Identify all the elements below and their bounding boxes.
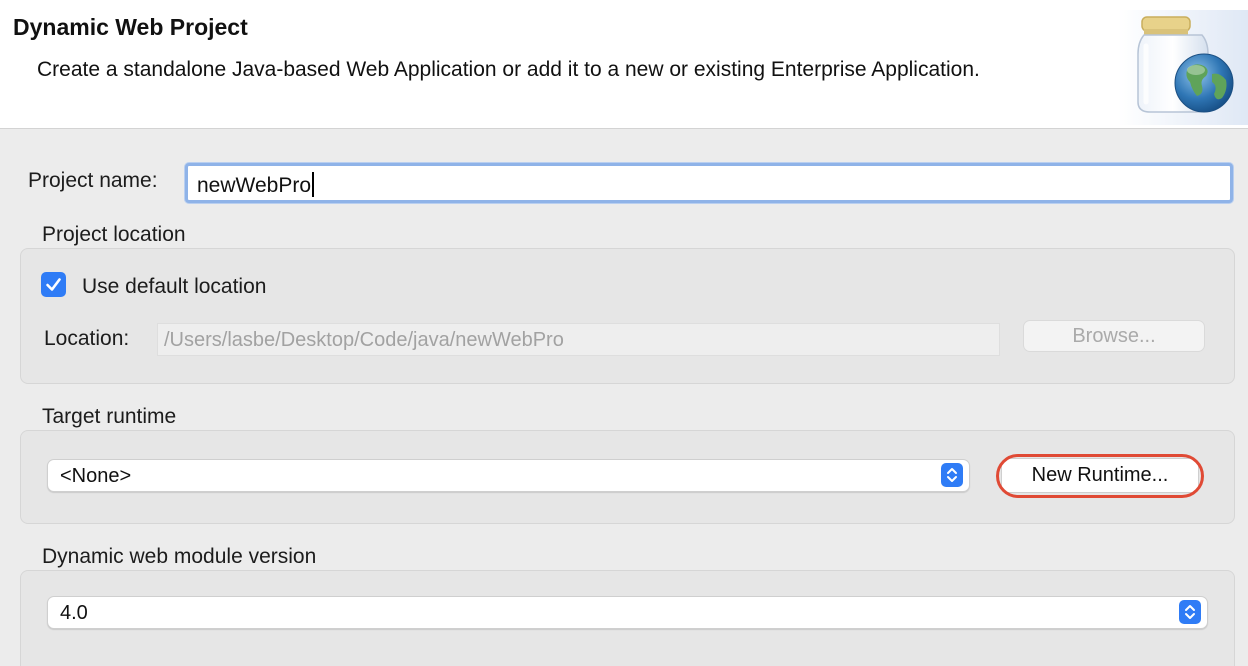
new-runtime-button[interactable]: New Runtime... — [1001, 458, 1199, 493]
select-stepper-icon — [941, 463, 963, 487]
browse-button[interactable]: Browse... — [1023, 320, 1205, 352]
location-value: /Users/lasbe/Desktop/Code/java/newWebPro — [164, 329, 564, 351]
project-name-label: Project name: — [28, 169, 158, 192]
project-location-group — [20, 248, 1235, 384]
project-location-heading: Project location — [42, 223, 186, 246]
target-runtime-heading: Target runtime — [42, 405, 177, 428]
web-module-version-value: 4.0 — [60, 602, 88, 624]
web-module-version-heading: Dynamic web module version — [42, 545, 317, 568]
use-default-location-checkbox[interactable] — [41, 272, 66, 297]
globe-jar-icon — [1118, 10, 1248, 125]
checkmark-icon — [46, 278, 61, 291]
wizard-description: Create a standalone Java-based Web Appli… — [37, 58, 980, 81]
target-runtime-value: <None> — [60, 465, 132, 487]
location-field: /Users/lasbe/Desktop/Code/java/newWebPro — [157, 323, 1000, 356]
text-caret — [312, 172, 315, 197]
wizard-title: Dynamic Web Project — [13, 14, 248, 40]
location-label: Location: — [44, 327, 130, 350]
use-default-location-label[interactable]: Use default location — [82, 275, 266, 299]
select-stepper-icon — [1179, 600, 1201, 624]
wizard-header: Dynamic Web Project Create a standalone … — [0, 0, 1248, 129]
project-name-value: newWebPro — [197, 174, 312, 197]
target-runtime-select[interactable]: <None> — [47, 459, 970, 492]
web-module-version-select[interactable]: 4.0 — [47, 596, 1208, 629]
project-name-input[interactable]: newWebPro — [185, 163, 1233, 203]
